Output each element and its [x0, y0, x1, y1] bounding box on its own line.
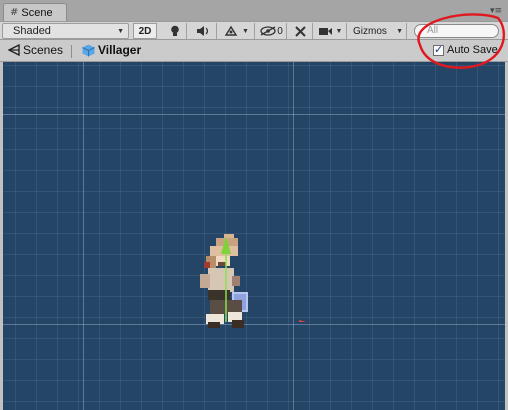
unity-scene-icon	[8, 44, 20, 56]
tab-scene-label: Scene	[21, 6, 53, 19]
eye-hidden-icon	[260, 26, 276, 36]
speaker-icon	[196, 26, 208, 36]
y-axis-arrow-icon[interactable]	[221, 236, 231, 254]
mode-2d-toggle[interactable]: 2D	[133, 23, 157, 39]
camera-icon	[318, 28, 332, 35]
object-name: Villager	[98, 43, 142, 57]
lighting-toggle[interactable]	[163, 23, 187, 39]
wrench-icon	[295, 25, 306, 37]
camera-dropdown[interactable]: ▼	[315, 23, 347, 39]
chevron-down-icon: ▼	[117, 27, 124, 35]
scene-viewport[interactable]	[3, 62, 505, 410]
tab-scene[interactable]: # Scene	[3, 3, 67, 21]
auto-save-toggle[interactable]: Auto Save	[433, 43, 498, 56]
search-input[interactable]: All	[414, 24, 499, 38]
scenes-back-button[interactable]: Scenes	[8, 43, 63, 57]
effects-dropdown[interactable]: ▼	[219, 23, 255, 39]
chevron-down-icon: ▼	[242, 27, 249, 35]
transform-gizmo[interactable]	[213, 232, 323, 322]
search-placeholder: All	[427, 25, 439, 36]
grid-icon: #	[10, 7, 19, 18]
audio-toggle[interactable]	[189, 23, 217, 39]
breadcrumb-object[interactable]: Villager	[82, 43, 141, 57]
prefab-cube-icon	[82, 44, 95, 56]
grid-major-line	[3, 114, 505, 115]
auto-save-checkbox[interactable]	[433, 43, 444, 56]
gizmos-label: Gizmos	[353, 25, 387, 37]
breadcrumb-divider	[71, 45, 72, 58]
effects-icon	[224, 25, 238, 36]
scene-toolbar: Shaded ▼ 2D ▼ 0 ▼ Gizmos ▼ All	[0, 21, 508, 40]
dropdown-menu-icon[interactable]: ▾≡	[490, 6, 502, 16]
chevron-down-icon: ▼	[335, 27, 343, 35]
hidden-objects-toggle[interactable]: 0	[257, 23, 287, 39]
gizmos-dropdown[interactable]: Gizmos ▼	[349, 23, 407, 39]
x-axis-arrow-icon[interactable]	[299, 320, 317, 322]
hidden-count: 0	[277, 25, 283, 37]
shading-mode-label: Shaded	[13, 25, 51, 37]
tools-toggle[interactable]	[289, 23, 313, 39]
chevron-down-icon: ▼	[396, 27, 403, 35]
shading-mode-dropdown[interactable]: Shaded ▼	[2, 23, 129, 39]
scenes-label: Scenes	[23, 43, 64, 57]
breadcrumb: Scenes Villager Auto Save	[0, 40, 508, 62]
window-tab-bar: # Scene ▾≡	[0, 0, 508, 21]
light-bulb-icon	[170, 25, 179, 36]
auto-save-label: Auto Save	[447, 44, 498, 56]
